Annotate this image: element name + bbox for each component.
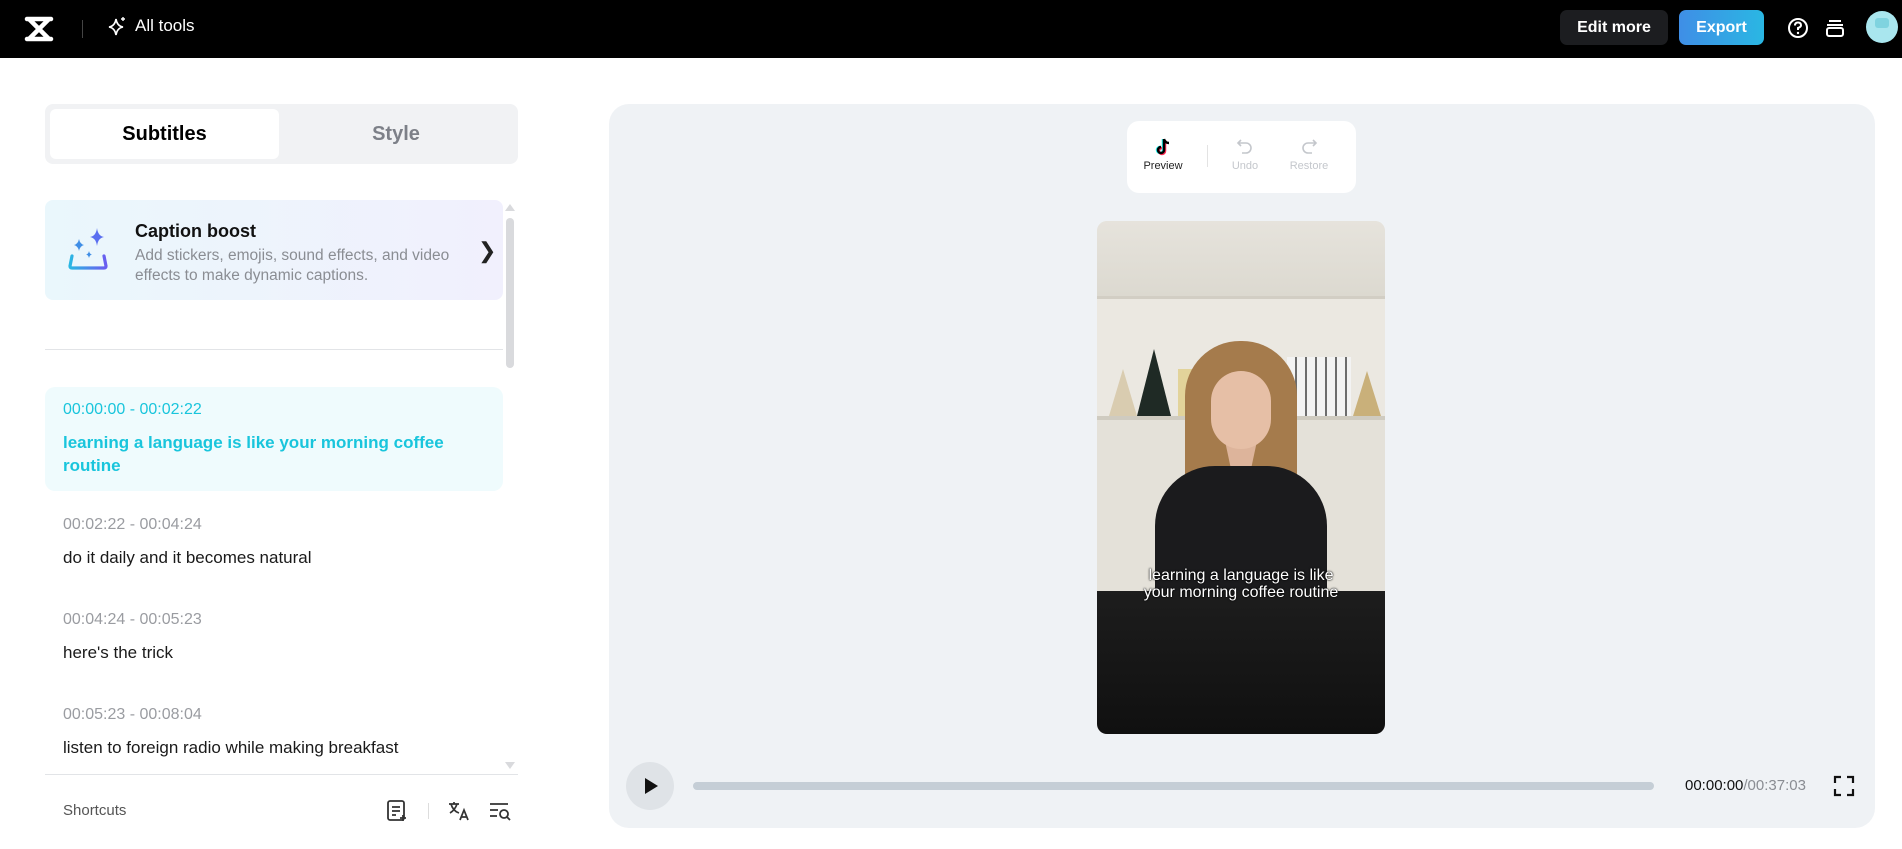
video-preview[interactable]: learning a language is like your morning… xyxy=(1097,221,1385,734)
preview-toolbar: Preview Undo Restore xyxy=(1127,121,1356,193)
tab-style[interactable]: Style xyxy=(279,109,513,159)
subtitle-time: 00:05:23 - 00:08:04 xyxy=(63,706,202,723)
preview-button[interactable]: Preview xyxy=(1133,137,1193,172)
caption-boost-title: Caption boost xyxy=(135,221,256,241)
edit-more-button[interactable]: Edit more xyxy=(1560,10,1668,45)
undo-label: Undo xyxy=(1231,160,1259,172)
subtitle-item[interactable]: 00:02:22 - 00:04:24 do it daily and it b… xyxy=(45,516,503,569)
video-caption-line: learning a language is like xyxy=(1148,567,1334,584)
duration: /00:37:03 xyxy=(1743,777,1806,794)
subtitle-text[interactable]: do it daily and it becomes natural xyxy=(63,546,485,569)
tab-subtitles[interactable]: Subtitles xyxy=(50,109,279,159)
user-avatar[interactable] xyxy=(1866,11,1898,43)
sparkle-icon xyxy=(108,17,125,36)
fullscreen-icon[interactable] xyxy=(1832,774,1856,798)
shortcuts-label[interactable]: Shortcuts xyxy=(63,802,126,819)
divider xyxy=(45,774,518,775)
all-tools-label: All tools xyxy=(135,16,195,35)
subtitle-item[interactable]: 00:00:00 - 00:02:22 learning a language … xyxy=(45,387,503,491)
divider xyxy=(1207,145,1208,167)
video-caption: learning a language is like your morning… xyxy=(1097,567,1385,601)
preview-label: Preview xyxy=(1143,160,1183,172)
scroll-up-arrow[interactable] xyxy=(505,204,515,211)
video-decor xyxy=(1109,369,1137,416)
subtitle-text[interactable]: listen to foreign radio while making bre… xyxy=(63,736,485,759)
top-bar: All tools Edit more Export xyxy=(0,0,1902,58)
layers-icon[interactable] xyxy=(1824,17,1846,39)
playback-time: 00:00:00/00:37:03 xyxy=(1685,777,1806,794)
scroll-down-arrow[interactable] xyxy=(505,762,515,769)
subtitle-item[interactable]: 00:04:24 - 00:05:23 here's the trick xyxy=(45,611,503,664)
chevron-right-icon: ❯ xyxy=(478,238,497,263)
caption-boost-card[interactable]: Caption boost Add stickers, emojis, soun… xyxy=(45,200,503,300)
help-icon[interactable] xyxy=(1787,17,1809,39)
divider xyxy=(82,20,83,38)
capcut-logo-icon[interactable] xyxy=(24,15,54,43)
caption-boost-description: Add stickers, emojis, sound effects, and… xyxy=(135,247,450,284)
play-button[interactable] xyxy=(626,762,674,810)
restore-button[interactable]: Restore xyxy=(1279,137,1339,172)
redo-icon xyxy=(1302,139,1318,154)
undo-button[interactable]: Undo xyxy=(1215,137,1275,172)
undo-icon xyxy=(1236,139,1252,154)
video-caption-line: your morning coffee routine xyxy=(1143,584,1339,601)
subtitle-text[interactable]: learning a language is like your morning… xyxy=(63,431,485,477)
video-decor xyxy=(1353,371,1381,416)
subtitle-list-scrollbar[interactable] xyxy=(506,218,514,368)
playback-progress-bar[interactable] xyxy=(693,782,1654,790)
all-tools-button[interactable]: All tools xyxy=(107,16,195,36)
video-person-face xyxy=(1211,371,1271,449)
panel-tabs: Subtitles Style xyxy=(45,104,518,164)
divider xyxy=(428,803,429,819)
subtitle-text[interactable]: here's the trick xyxy=(63,641,485,664)
current-time: 00:00:00 xyxy=(1685,777,1744,794)
video-decor xyxy=(1137,349,1171,416)
export-button[interactable]: Export xyxy=(1679,10,1764,45)
add-subtitle-icon[interactable] xyxy=(386,799,408,823)
caption-boost-icon xyxy=(68,228,108,270)
video-table xyxy=(1097,591,1385,734)
subtitle-time: 00:00:00 - 00:02:22 xyxy=(63,401,202,418)
tiktok-icon xyxy=(1155,138,1170,156)
subtitle-item[interactable]: 00:05:23 - 00:08:04 listen to foreign ra… xyxy=(45,706,503,759)
divider xyxy=(45,349,503,350)
subtitle-time: 00:04:24 - 00:05:23 xyxy=(63,611,202,628)
subtitle-time: 00:02:22 - 00:04:24 xyxy=(63,516,202,533)
translate-icon[interactable] xyxy=(447,799,471,823)
find-replace-icon[interactable] xyxy=(488,799,514,823)
restore-label: Restore xyxy=(1289,160,1329,172)
video-background xyxy=(1097,221,1385,296)
